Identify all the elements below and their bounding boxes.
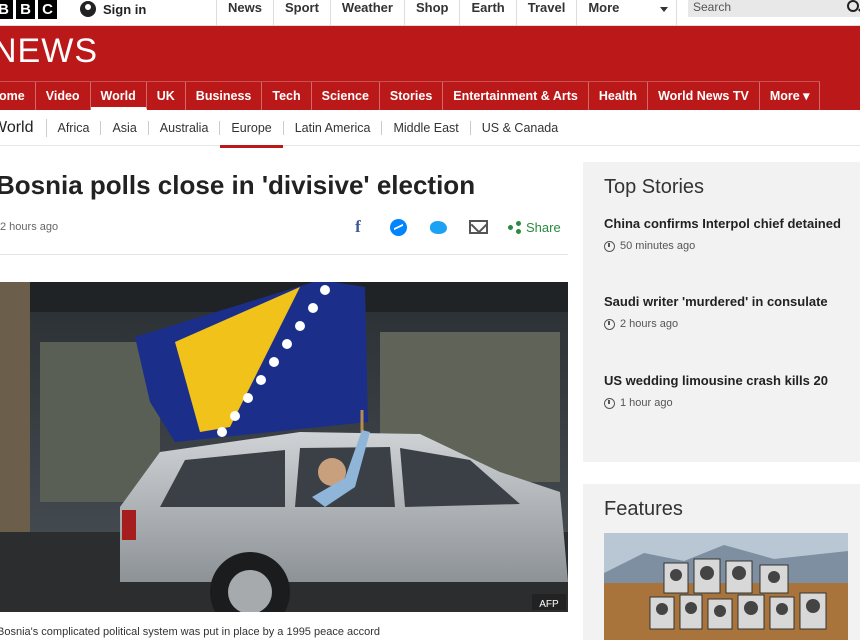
sign-in-label: Sign in: [103, 1, 147, 17]
facebook-share-button[interactable]: f: [338, 217, 378, 237]
article-timestamp: 2 hours ago: [0, 221, 59, 233]
news-nav-business[interactable]: Business: [186, 82, 263, 110]
messenger-icon: [389, 218, 407, 236]
messenger-share-button[interactable]: [378, 217, 418, 237]
logo-letter: B: [16, 0, 35, 19]
news-nav: Home Video World UK Business Tech Scienc…: [0, 81, 821, 110]
news-nav-home[interactable]: Home: [0, 82, 36, 110]
subnav-latin-america[interactable]: Latin America: [284, 120, 383, 135]
subnav-australia[interactable]: Australia: [149, 120, 221, 135]
news-nav-science[interactable]: Science: [312, 82, 380, 110]
features-heading: Features: [604, 498, 683, 520]
news-nav-world[interactable]: World: [90, 82, 147, 110]
sign-in-link[interactable]: Sign in: [80, 0, 146, 18]
subnav-middle-east[interactable]: Middle East: [382, 120, 471, 135]
user-icon: [80, 1, 96, 17]
top-story-title[interactable]: China confirms Interpol chief detained: [604, 214, 844, 234]
top-story-time: 50 minutes ago: [620, 240, 696, 252]
news-nav-more[interactable]: More: [760, 82, 821, 110]
clock-icon: [604, 318, 615, 330]
global-nav: News Sport Weather Shop Earth Travel Mor…: [216, 0, 678, 25]
global-nav-sport[interactable]: Sport: [274, 0, 331, 25]
global-nav-travel[interactable]: Travel: [517, 0, 578, 25]
search-placeholder: Search: [693, 0, 732, 14]
search-input[interactable]: Search: [688, 0, 860, 17]
news-nav-video[interactable]: Video: [36, 82, 91, 110]
top-story-time: 1 hour ago: [620, 397, 673, 409]
bosnia-flag-car-photo: AFP: [0, 282, 568, 612]
news-nav-uk[interactable]: UK: [147, 82, 186, 110]
logo-letter: B: [0, 0, 13, 19]
email-icon: [468, 220, 488, 234]
article-photo[interactable]: AFP: [0, 282, 568, 612]
clock-icon: [604, 240, 615, 252]
news-masthead: NEWS Home Video World UK Business Tech S…: [0, 26, 860, 110]
share-icon: [508, 220, 521, 234]
facebook-icon: f: [355, 217, 361, 236]
top-story-item[interactable]: US wedding limousine crash kills 20 1 ho…: [604, 371, 844, 409]
email-share-button[interactable]: [458, 217, 498, 237]
feature-image[interactable]: [604, 533, 848, 640]
global-nav-news[interactable]: News: [217, 0, 274, 25]
feature-photo: [604, 533, 848, 640]
top-story-title[interactable]: Saudi writer 'murdered' in consulate: [604, 292, 844, 312]
share-tools: f Share: [338, 217, 561, 237]
global-header: B B C Sign in News Sport Weather Shop Ea…: [0, 0, 860, 26]
top-story-item[interactable]: Saudi writer 'murdered' in consulate 2 h…: [604, 292, 844, 330]
news-nav-entertainment[interactable]: Entertainment & Arts: [443, 82, 589, 110]
top-story-item[interactable]: China confirms Interpol chief detained 5…: [604, 214, 844, 252]
search-icon[interactable]: [847, 0, 859, 12]
share-label: Share: [526, 219, 561, 235]
subnav-us-canada[interactable]: US & Canada: [471, 121, 569, 135]
twitter-icon: [429, 220, 447, 234]
subnav-europe[interactable]: Europe: [220, 120, 284, 148]
divider: [0, 254, 568, 255]
twitter-share-button[interactable]: [418, 217, 458, 237]
news-nav-health[interactable]: Health: [589, 82, 649, 110]
news-nav-tech[interactable]: Tech: [262, 82, 312, 110]
photo-credit: AFP: [539, 599, 559, 610]
top-stories-heading: Top Stories: [604, 176, 705, 198]
global-nav-weather[interactable]: Weather: [331, 0, 405, 25]
subnav-africa[interactable]: Africa: [47, 120, 102, 135]
top-story-time: 2 hours ago: [620, 318, 679, 330]
news-wordmark[interactable]: NEWS: [0, 32, 98, 71]
photo-caption: Bosnia's complicated political system wa…: [0, 626, 381, 638]
top-stories-panel: Top Stories China confirms Interpol chie…: [583, 162, 860, 462]
share-button[interactable]: Share: [508, 220, 561, 235]
clock-icon: [604, 397, 615, 409]
news-nav-stories[interactable]: Stories: [380, 82, 444, 110]
news-nav-world-news-tv[interactable]: World News TV: [648, 82, 760, 110]
global-nav-shop[interactable]: Shop: [405, 0, 461, 25]
section-nav: World Africa Asia Australia Europe Latin…: [0, 110, 860, 148]
global-nav-earth[interactable]: Earth: [460, 0, 517, 25]
subnav-asia[interactable]: Asia: [101, 120, 149, 135]
global-nav-more[interactable]: More: [577, 0, 678, 25]
top-story-title[interactable]: US wedding limousine crash kills 20: [604, 371, 844, 391]
features-panel: Features: [583, 484, 860, 640]
section-title[interactable]: World: [0, 118, 47, 137]
article-headline: Bosnia polls close in 'divisive' electio…: [0, 170, 476, 200]
logo-letter: C: [38, 0, 57, 19]
bbc-logo[interactable]: B B C: [0, 0, 57, 20]
